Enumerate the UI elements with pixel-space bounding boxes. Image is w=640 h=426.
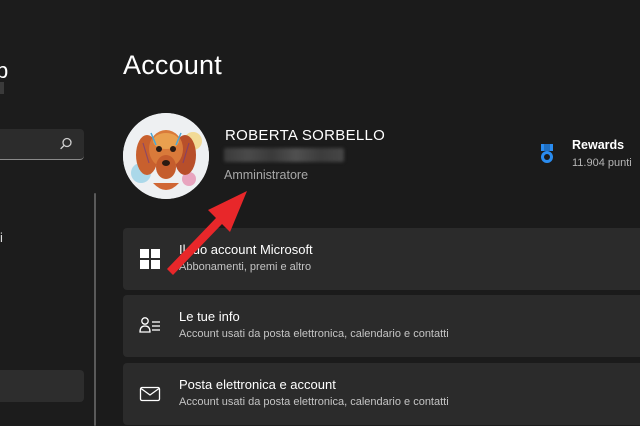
rewards-points: 11.904 punti [572,157,632,169]
sidebar-search-input[interactable] [0,129,84,160]
windows-logo-icon [140,249,160,269]
sidebar-header-fragment: b [0,58,9,83]
avatar[interactable] [123,113,209,199]
sidebar-item-fragment[interactable]: i [0,230,3,245]
user-role: Amministratore [224,168,309,182]
user-email-redacted [224,148,344,162]
sidebar-header-underline [0,82,4,94]
card-subtitle: Abbonamenti, premi e altro [179,261,312,273]
sidebar-item-accounts-selected[interactable] [0,370,84,402]
sidebar: b i [0,0,100,426]
user-name: ROBERTA SORBELLO [225,127,386,144]
card-subtitle: Account usati da posta elettronica, cale… [179,328,449,340]
mail-icon [139,386,161,402]
card-title: Posta elettronica e account [179,377,336,392]
card-your-info[interactable]: Le tue info Account usati da posta elett… [123,295,640,357]
sidebar-scrollbar[interactable] [94,193,96,426]
card-title: Il tuo account Microsoft [179,242,313,257]
card-title: Le tue info [179,309,240,324]
page-title: Account [123,50,222,80]
rewards-title[interactable]: Rewards [572,138,624,152]
rewards-medal-icon[interactable] [537,143,557,165]
avatar-dog-painting [123,113,209,199]
card-microsoft-account[interactable]: Il tuo account Microsoft Abbonamenti, pr… [123,228,640,290]
person-info-icon [139,317,160,333]
card-subtitle: Account usati da posta elettronica, cale… [179,396,449,408]
card-email-accounts[interactable]: Posta elettronica e account Account usat… [123,363,640,425]
search-icon[interactable] [58,136,74,152]
